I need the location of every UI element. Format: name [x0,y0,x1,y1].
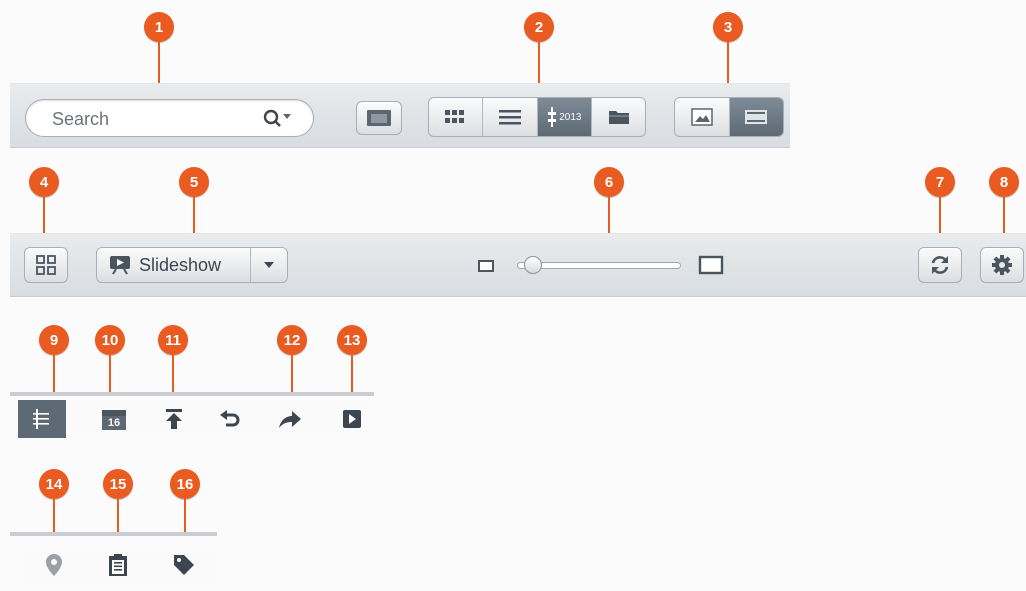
refresh-button[interactable] [918,247,962,283]
slideshow-label: Slideshow [139,254,222,275]
display-mode-group [674,97,784,137]
action-row-divider [10,392,374,396]
calendar-day-label: 16 [102,416,126,430]
callout-6: 6 [594,167,624,197]
refresh-icon [931,256,949,274]
callout-11: 11 [158,325,188,355]
info-row-divider [10,532,217,536]
callout-8: 8 [989,167,1019,197]
layout-button[interactable] [24,247,68,283]
callout-9: 9 [39,325,69,355]
leader-line-10 [109,355,111,393]
view-list-button[interactable] [482,98,538,136]
search-placeholder: Search [52,109,110,129]
leader-line-16 [184,499,186,533]
clipboard-icon [109,554,127,576]
leader-line-9 [53,355,55,393]
thumbnail-small-icon [478,260,494,272]
leader-line-5 [193,197,195,237]
caret-down-icon [264,262,275,268]
callout-16: 16 [170,469,200,499]
undo-icon [220,410,240,427]
leader-line-15 [117,499,119,533]
slideshow-icon [110,256,130,275]
callout-1: 1 [144,12,174,42]
upload-icon [166,409,182,429]
action-row: 16 [18,400,374,438]
play-button[interactable] [334,400,370,438]
thumbnail-grid-icon [445,110,465,123]
upload-button[interactable] [156,400,192,438]
image-icon [691,108,713,126]
display-filmstrip-button[interactable] [729,98,783,136]
location-icon [46,554,62,576]
search-icon[interactable] [262,108,296,135]
callout-10: 10 [95,325,125,355]
list-icon [498,110,521,125]
search-field[interactable]: Search [25,99,314,137]
callout-12: 12 [277,325,307,355]
display-image-button[interactable] [675,98,730,136]
folder-icon [608,111,629,124]
callout-5: 5 [179,167,209,197]
tag-button[interactable] [168,546,200,584]
timeline-icon [33,409,49,429]
callout-14: 14 [39,469,69,499]
settings-button[interactable] [980,247,1024,283]
callout-3: 3 [713,12,743,42]
calendar-button[interactable]: 16 [96,400,132,438]
timeline-year-label: 2013 [559,111,582,123]
slideshow-dropdown-button[interactable] [251,248,287,282]
filmstrip-icon [745,110,768,124]
leader-line-11 [172,355,174,393]
leader-line-8 [1003,197,1005,237]
zoom-slider[interactable] [517,256,681,274]
callout-15: 15 [103,469,133,499]
leader-line-7 [939,197,941,237]
leader-line-4 [43,197,45,237]
callout-13: 13 [337,325,367,355]
leader-line-14 [53,499,55,533]
filmstrip-panel-button[interactable] [356,101,402,135]
play-icon [343,410,361,428]
callout-7: 7 [925,167,955,197]
calendar-icon: 16 [102,408,126,430]
slideshow-split-button: Slideshow [96,247,288,283]
clipboard-button[interactable] [102,546,134,584]
location-button[interactable] [38,546,70,584]
view-thumbnail-button[interactable] [429,98,483,136]
view-folder-button[interactable] [592,98,645,136]
view-mode-group: 2013 [428,97,646,137]
timeline-icon [548,107,557,127]
share-button[interactable] [272,400,308,438]
slideshow-button[interactable]: Slideshow [97,248,252,282]
tag-icon [174,555,194,575]
callout-4: 4 [29,167,59,197]
undo-button[interactable] [212,400,248,438]
panel-icon [367,110,391,126]
share-icon [279,411,301,428]
callout-2: 2 [524,12,554,42]
layout-icon [36,255,56,275]
info-row [18,546,218,584]
zoom-slider-thumb[interactable] [524,256,542,274]
timeline-view-button[interactable] [18,400,66,438]
leader-line-12 [291,355,293,393]
leader-line-13 [351,355,353,393]
view-timeline-button[interactable]: 2013 [537,98,593,136]
thumbnail-large-icon [698,255,724,275]
gear-icon [992,255,1012,275]
